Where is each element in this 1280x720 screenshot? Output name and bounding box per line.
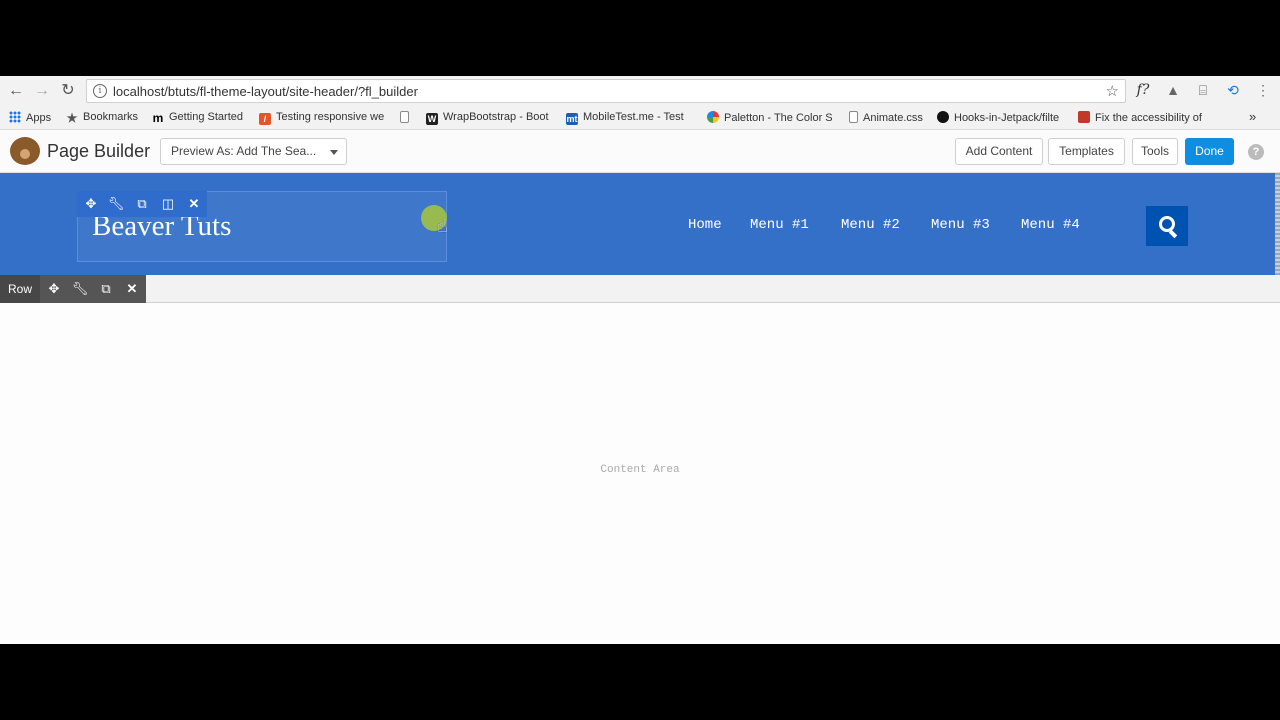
bookmark-mobiletest[interactable]: mt MobileTest.me - Test [566, 111, 692, 125]
bookmark-star-icon[interactable]: ☆ [1106, 82, 1119, 100]
bookmark-paletton[interactable]: Paletton - The Color S [707, 111, 835, 124]
row-overlay-bar: Row ✥ 🔧︎ ⧉ ✕ [0, 275, 1280, 303]
bookmark-wrapbootstrap[interactable]: W WrapBootstrap - Boot [426, 111, 554, 125]
row-toolbar: Row ✥ 🔧︎ ⧉ ✕ [0, 275, 146, 303]
github-icon [937, 111, 949, 123]
fix-icon [1078, 111, 1090, 123]
page-builder-bar: Page Builder Preview As: Add The Sea... … [0, 130, 1280, 173]
bookmark-hooks-jetpack[interactable]: Hooks-in-Jetpack/filte [937, 111, 1067, 124]
tools-button[interactable]: Tools [1132, 138, 1178, 165]
reload-icon[interactable]: ↻ [58, 81, 78, 101]
m-icon: m [152, 111, 164, 124]
done-button[interactable]: Done [1185, 138, 1234, 165]
bookmark-apps[interactable]: Apps [9, 111, 59, 124]
menu-item-1[interactable]: Menu #1 [750, 217, 809, 233]
more-bookmarks-icon[interactable]: » [1249, 109, 1256, 124]
bookmark-bookmarks[interactable]: ★ Bookmarks [66, 111, 146, 124]
search-button[interactable] [1146, 206, 1188, 246]
back-icon[interactable]: ← [6, 81, 26, 101]
mobiletest-icon: mt [566, 113, 578, 125]
menu-item-home[interactable]: Home [688, 217, 722, 233]
menu-item-3[interactable]: Menu #3 [931, 217, 990, 233]
bookmark-getting-started[interactable]: m Getting Started [152, 111, 252, 124]
browser-window: ← → ↻ i localhost/btuts/fl-theme-layout/… [0, 76, 1280, 644]
wrapbootstrap-icon: W [426, 113, 438, 125]
page-icon [400, 111, 409, 123]
page-builder-title: Page Builder [47, 141, 151, 161]
caret-down-icon [330, 150, 338, 155]
preview-as-label: Preview As: Add The Sea... [171, 144, 317, 158]
site-header: Beaver Tuts ✥ 🔧︎ ⧉ ◫ ✕ ☝︎ Home Menu #1 M… [0, 173, 1280, 275]
url-text[interactable]: localhost/btuts/fl-theme-layout/site-hea… [113, 84, 418, 99]
extension-font-icon[interactable]: f? [1134, 82, 1152, 98]
content-area-label: Content Area [600, 464, 680, 476]
close-icon[interactable]: ✕ [185, 195, 203, 213]
paletton-icon [707, 111, 719, 123]
extension-window-icon[interactable]: ⌸ [1194, 82, 1212, 99]
bookmark-fix-accessibility[interactable]: Fix the accessibility of [1078, 111, 1206, 124]
star-icon: ★ [66, 111, 78, 124]
bookmark-animate-css[interactable]: Animate.css [849, 111, 929, 124]
menu-item-4[interactable]: Menu #4 [1021, 217, 1080, 233]
bookmark-page[interactable] [400, 111, 416, 124]
hand-cursor-icon: ☝︎ [437, 216, 448, 236]
extension-sync-icon[interactable]: ⟲ [1224, 82, 1242, 99]
forward-icon[interactable]: → [32, 81, 52, 101]
duplicate-icon[interactable]: ⧉ [133, 195, 151, 213]
row-label: Row [0, 275, 40, 303]
bookmark-testing-responsive[interactable]: / Testing responsive we [259, 111, 387, 125]
scrollbar[interactable] [1275, 173, 1280, 275]
templates-button[interactable]: Templates [1048, 138, 1125, 165]
row-close-icon[interactable]: ✕ [123, 280, 141, 298]
search-icon [1159, 216, 1175, 232]
row-wrench-icon[interactable]: 🔧︎ [71, 280, 89, 298]
testing-icon: / [259, 113, 271, 125]
row-duplicate-icon[interactable]: ⧉ [97, 280, 115, 298]
add-content-button[interactable]: Add Content [955, 138, 1043, 165]
help-icon[interactable]: ? [1248, 144, 1264, 160]
browser-menu-icon[interactable]: ⋮ [1254, 82, 1272, 99]
beaver-logo-icon [10, 137, 40, 165]
extension-triangle-icon[interactable]: ▲ [1164, 82, 1182, 98]
browser-toolbar: ← → ↻ i localhost/btuts/fl-theme-layout/… [0, 76, 1280, 106]
wrench-icon[interactable]: 🔧︎ [107, 195, 125, 213]
bookmarks-bar: Apps ★ Bookmarks m Getting Started / Testin… [0, 106, 1280, 130]
columns-icon[interactable]: ◫ [159, 195, 177, 213]
preview-as-dropdown[interactable]: Preview As: Add The Sea... [160, 138, 347, 165]
address-bar[interactable]: i localhost/btuts/fl-theme-layout/site-h… [86, 79, 1126, 103]
menu-item-2[interactable]: Menu #2 [841, 217, 900, 233]
page-icon [849, 111, 858, 123]
module-toolbar: ✥ 🔧︎ ⧉ ◫ ✕ [77, 191, 207, 217]
move-icon[interactable]: ✥ [82, 195, 100, 213]
row-move-icon[interactable]: ✥ [45, 280, 63, 298]
site-info-icon[interactable]: i [93, 84, 107, 98]
apps-grid-icon [9, 111, 21, 123]
